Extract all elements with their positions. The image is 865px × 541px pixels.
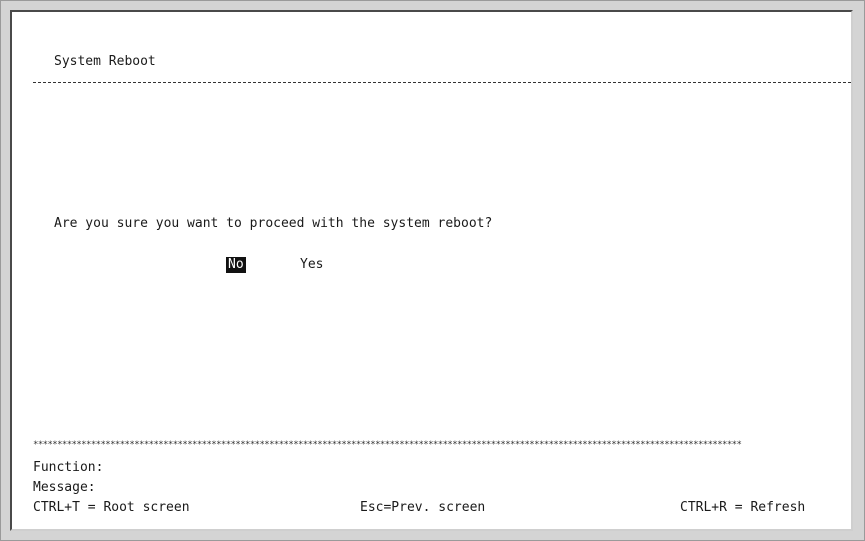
message-label: Message: <box>33 480 96 495</box>
prev-screen-hint: Esc=Prev. screen <box>360 500 486 515</box>
refresh-hint: CTRL+R = Refresh <box>680 500 806 515</box>
terminal-screen: System Reboot Are you sure you want to p… <box>10 10 853 531</box>
root-screen-hint: CTRL+T = Root screen <box>33 500 190 515</box>
no-option[interactable]: No <box>226 257 246 273</box>
reboot-confirm-prompt: Are you sure you want to proceed with th… <box>54 216 493 231</box>
title-divider <box>33 82 851 83</box>
function-label: Function: <box>33 460 104 475</box>
footer-divider: ****************************************… <box>33 440 742 450</box>
window-frame: System Reboot Are you sure you want to p… <box>0 0 865 541</box>
yes-option[interactable]: Yes <box>300 257 323 273</box>
page-title: System Reboot <box>54 54 156 69</box>
